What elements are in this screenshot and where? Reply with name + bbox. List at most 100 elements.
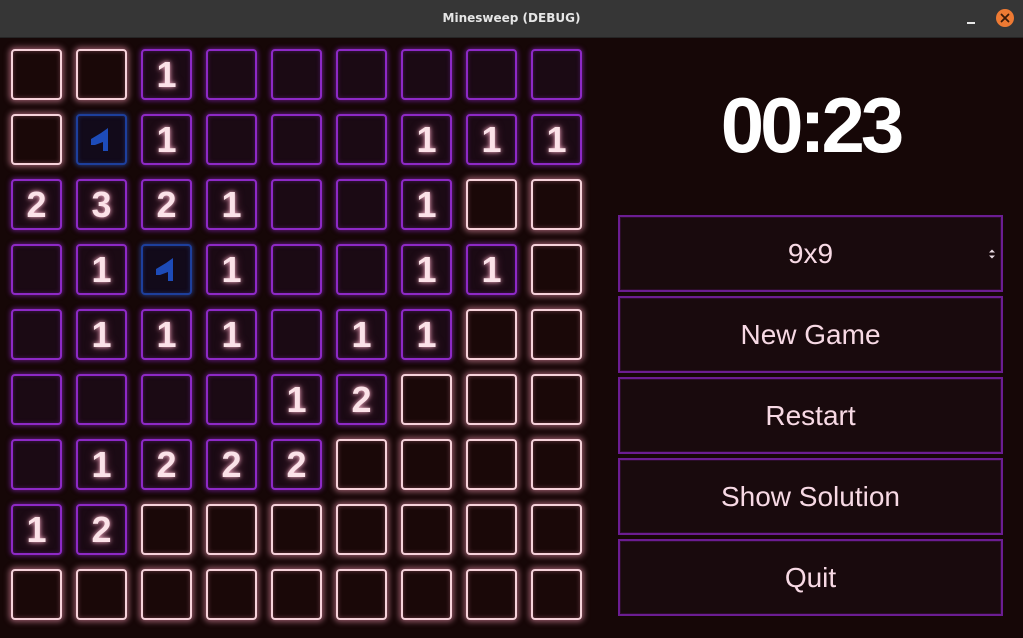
revealed-empty-cell[interactable] — [206, 114, 257, 165]
restart-button[interactable]: Restart — [618, 377, 1003, 454]
revealed-empty-cell[interactable] — [11, 374, 62, 425]
adjacent-mine-count: 2 — [26, 183, 47, 225]
revealed-empty-cell[interactable] — [401, 49, 452, 100]
revealed-empty-cell[interactable] — [11, 309, 62, 360]
adjacent-mine-count: 1 — [91, 313, 112, 355]
revealed-number-cell[interactable]: 1 — [531, 114, 582, 165]
new-game-button[interactable]: New Game — [618, 296, 1003, 373]
revealed-empty-cell[interactable] — [336, 49, 387, 100]
hidden-cell[interactable] — [336, 439, 387, 490]
revealed-number-cell[interactable]: 1 — [11, 504, 62, 555]
quit-button[interactable]: Quit — [618, 539, 1003, 616]
adjacent-mine-count: 1 — [351, 313, 372, 355]
revealed-number-cell[interactable]: 1 — [271, 374, 322, 425]
show-solution-button[interactable]: Show Solution — [618, 458, 1003, 535]
revealed-empty-cell[interactable] — [11, 439, 62, 490]
flagged-cell[interactable] — [76, 114, 127, 165]
revealed-number-cell[interactable]: 2 — [141, 439, 192, 490]
revealed-number-cell[interactable]: 2 — [76, 504, 127, 555]
revealed-number-cell[interactable]: 1 — [206, 309, 257, 360]
revealed-empty-cell[interactable] — [76, 374, 127, 425]
hidden-cell[interactable] — [11, 114, 62, 165]
revealed-number-cell[interactable]: 1 — [206, 244, 257, 295]
board-size-select[interactable]: 9x9 — [618, 215, 1003, 292]
hidden-cell[interactable] — [531, 504, 582, 555]
hidden-cell[interactable] — [11, 569, 62, 620]
revealed-number-cell[interactable]: 1 — [466, 114, 517, 165]
revealed-empty-cell[interactable] — [271, 309, 322, 360]
revealed-empty-cell[interactable] — [271, 244, 322, 295]
hidden-cell[interactable] — [466, 309, 517, 360]
revealed-number-cell[interactable]: 1 — [336, 309, 387, 360]
hidden-cell[interactable] — [401, 504, 452, 555]
hidden-cell[interactable] — [401, 569, 452, 620]
hidden-cell[interactable] — [466, 439, 517, 490]
hidden-cell[interactable] — [531, 179, 582, 230]
revealed-number-cell[interactable]: 1 — [76, 309, 127, 360]
hidden-cell[interactable] — [206, 504, 257, 555]
hidden-cell[interactable] — [141, 504, 192, 555]
revealed-number-cell[interactable]: 1 — [76, 244, 127, 295]
hidden-cell[interactable] — [466, 179, 517, 230]
revealed-number-cell[interactable]: 1 — [401, 244, 452, 295]
revealed-empty-cell[interactable] — [271, 49, 322, 100]
hidden-cell[interactable] — [466, 569, 517, 620]
revealed-number-cell[interactable]: 2 — [336, 374, 387, 425]
revealed-number-cell[interactable]: 1 — [141, 114, 192, 165]
hidden-cell[interactable] — [271, 569, 322, 620]
hidden-cell[interactable] — [141, 569, 192, 620]
hidden-cell[interactable] — [466, 374, 517, 425]
revealed-number-cell[interactable]: 1 — [401, 179, 452, 230]
revealed-empty-cell[interactable] — [141, 374, 192, 425]
adjacent-mine-count: 1 — [481, 248, 502, 290]
hidden-cell[interactable] — [271, 504, 322, 555]
revealed-number-cell[interactable]: 1 — [206, 179, 257, 230]
revealed-number-cell[interactable]: 2 — [271, 439, 322, 490]
close-icon[interactable] — [996, 9, 1014, 27]
adjacent-mine-count: 1 — [156, 118, 177, 160]
hidden-cell[interactable] — [336, 569, 387, 620]
revealed-empty-cell[interactable] — [466, 49, 517, 100]
hidden-cell[interactable] — [531, 244, 582, 295]
hidden-cell[interactable] — [466, 504, 517, 555]
revealed-number-cell[interactable]: 2 — [141, 179, 192, 230]
revealed-empty-cell[interactable] — [271, 114, 322, 165]
adjacent-mine-count: 1 — [221, 313, 242, 355]
revealed-number-cell[interactable]: 2 — [11, 179, 62, 230]
hidden-cell[interactable] — [531, 439, 582, 490]
flagged-cell[interactable] — [141, 244, 192, 295]
revealed-empty-cell[interactable] — [531, 49, 582, 100]
revealed-number-cell[interactable]: 1 — [141, 49, 192, 100]
revealed-number-cell[interactable]: 1 — [401, 114, 452, 165]
revealed-empty-cell[interactable] — [336, 179, 387, 230]
hidden-cell[interactable] — [401, 439, 452, 490]
revealed-empty-cell[interactable] — [336, 244, 387, 295]
minimize-icon[interactable] — [964, 10, 980, 26]
revealed-empty-cell[interactable] — [271, 179, 322, 230]
window-title: Minesweep (DEBUG) — [442, 11, 581, 25]
hidden-cell[interactable] — [76, 569, 127, 620]
revealed-empty-cell[interactable] — [11, 244, 62, 295]
revealed-empty-cell[interactable] — [336, 114, 387, 165]
hidden-cell[interactable] — [206, 569, 257, 620]
hidden-cell[interactable] — [336, 504, 387, 555]
revealed-number-cell[interactable]: 1 — [466, 244, 517, 295]
hidden-cell[interactable] — [531, 569, 582, 620]
revealed-number-cell[interactable]: 2 — [206, 439, 257, 490]
hidden-cell[interactable] — [401, 374, 452, 425]
adjacent-mine-count: 2 — [156, 443, 177, 485]
hidden-cell[interactable] — [76, 49, 127, 100]
revealed-number-cell[interactable]: 1 — [76, 439, 127, 490]
flag-icon — [90, 127, 108, 151]
revealed-number-cell[interactable]: 1 — [401, 309, 452, 360]
adjacent-mine-count: 2 — [221, 443, 242, 485]
adjacent-mine-count: 1 — [26, 508, 47, 550]
revealed-empty-cell[interactable] — [206, 374, 257, 425]
hidden-cell[interactable] — [531, 374, 582, 425]
revealed-number-cell[interactable]: 3 — [76, 179, 127, 230]
adjacent-mine-count: 1 — [481, 118, 502, 160]
revealed-number-cell[interactable]: 1 — [141, 309, 192, 360]
hidden-cell[interactable] — [531, 309, 582, 360]
revealed-empty-cell[interactable] — [206, 49, 257, 100]
hidden-cell[interactable] — [11, 49, 62, 100]
